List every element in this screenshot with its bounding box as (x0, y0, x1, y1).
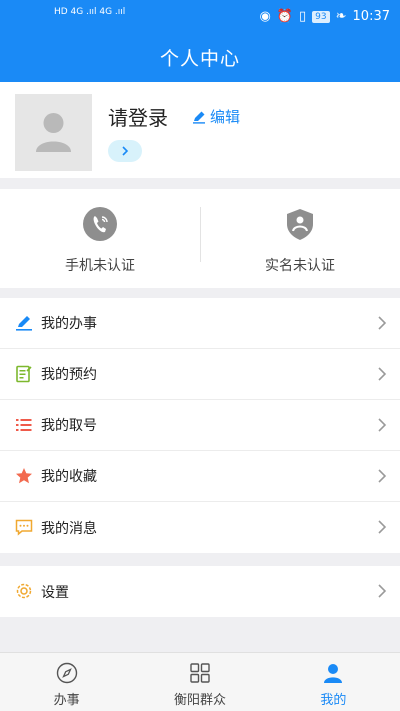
avatar-placeholder-icon (36, 113, 71, 152)
chevron-right-icon (378, 316, 387, 330)
compass-icon (56, 662, 77, 684)
menu-item-my-tickets[interactable]: 我的取号 (0, 400, 400, 451)
profile-arrow-button[interactable] (108, 140, 142, 162)
settings-section: 设置 (0, 566, 400, 617)
phone-verification-label: 手机未认证 (65, 258, 135, 274)
avatar[interactable] (15, 94, 92, 171)
menu-item-settings[interactable]: 设置 (0, 566, 400, 617)
tab-affairs[interactable]: 办事 (0, 653, 133, 711)
chevron-right-icon (378, 469, 387, 483)
realname-verification-label: 实名未认证 (265, 258, 335, 274)
menu-item-label: 我的消息 (41, 520, 97, 537)
edit-label: 编辑 (210, 108, 241, 126)
menu-item-label: 设置 (41, 584, 69, 601)
eye-icon: ◉ (259, 9, 271, 24)
bottom-tab-bar: 办事 衡阳群众 我的 (0, 652, 400, 711)
tab-mine[interactable]: 我的 (267, 653, 400, 711)
battery-indicator: 93 (312, 10, 330, 23)
menu-item-my-affairs[interactable]: 我的办事 (0, 298, 400, 349)
vibrate-icon: ▯ (299, 9, 307, 24)
status-bar: HD 4G .ııl 4G .ııl ◉ ⏰ ▯ 93 ❧ 10:37 (0, 0, 400, 36)
alarm-icon: ⏰ (276, 9, 294, 24)
tab-label: 我的 (320, 693, 347, 708)
phone-verification[interactable]: 手机未认证 (0, 189, 200, 288)
person-icon (324, 664, 343, 683)
menu-item-my-messages[interactable]: 我的消息 (0, 502, 400, 553)
pencil-icon (16, 316, 32, 331)
realname-verification[interactable]: 实名未认证 (200, 189, 400, 288)
leaf-icon: ❧ (335, 9, 347, 24)
login-prompt[interactable]: 请登录 (108, 102, 168, 131)
menu-item-label: 我的办事 (41, 316, 97, 332)
gear-icon (16, 583, 32, 599)
tab-label: 办事 (53, 693, 80, 708)
chevron-right-icon (378, 418, 387, 432)
chevron-right-icon (378, 367, 387, 381)
shield-icon (287, 209, 313, 240)
network-indicator: HD 4G .ııl 4G .ııl (54, 7, 126, 17)
message-icon (15, 519, 33, 536)
menu-item-label: 我的预约 (41, 367, 97, 383)
list-icon (16, 419, 32, 431)
menu-item-label: 我的收藏 (41, 469, 97, 485)
verification-panel: 手机未认证 实名未认证 (0, 189, 400, 288)
phone-icon (83, 207, 117, 241)
chevron-right-icon (378, 584, 387, 598)
chevron-right-icon (122, 146, 129, 156)
page-title: 个人中心 (0, 36, 400, 82)
menu-item-my-appointments[interactable]: 我的预约 (0, 349, 400, 400)
clock-time: 10:37 (352, 9, 390, 24)
menu-item-label: 我的取号 (41, 418, 97, 434)
profile-card: 请登录 编辑 (0, 82, 400, 178)
edit-button[interactable]: 编辑 (192, 106, 240, 127)
star-icon (16, 468, 32, 484)
menu-item-my-favorites[interactable]: 我的收藏 (0, 451, 400, 502)
menu-list: 我的办事 我的预约 我的取号 我的收藏 我的消息 (0, 298, 400, 553)
pencil-icon (193, 111, 205, 124)
chevron-right-icon (378, 520, 387, 534)
grid-icon (190, 663, 210, 683)
tab-hengyang-public[interactable]: 衡阳群众 (133, 653, 266, 711)
note-icon (16, 365, 32, 383)
tab-label: 衡阳群众 (173, 693, 226, 708)
